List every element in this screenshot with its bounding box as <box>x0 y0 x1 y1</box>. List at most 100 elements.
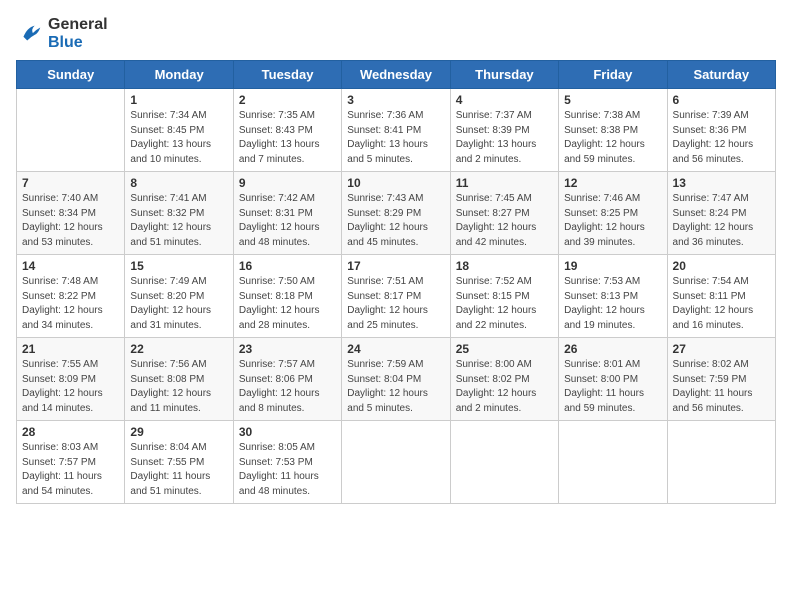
cell-info: Sunrise: 7:52 AMSunset: 8:15 PMDaylight:… <box>456 275 553 333</box>
day-number: 6 <box>673 93 770 107</box>
column-header-wednesday: Wednesday <box>342 61 450 89</box>
week-row-2: 7Sunrise: 7:40 AMSunset: 8:34 PMDaylight… <box>17 172 776 255</box>
cell-info: Sunrise: 7:39 AMSunset: 8:36 PMDaylight:… <box>673 109 770 167</box>
calendar-cell: 19 Sunrise: 7:53 AMSunset: 8:13 PMDayligh… <box>559 255 667 338</box>
calendar-cell: 1 Sunrise: 7:34 AMSunset: 8:45 PMDaylight… <box>125 89 233 172</box>
day-number: 19 <box>564 259 661 273</box>
calendar-cell: 25 Sunrise: 8:00 AMSunset: 8:02 PMDayligh… <box>450 338 558 421</box>
cell-info: Sunrise: 7:37 AMSunset: 8:39 PMDaylight:… <box>456 109 553 167</box>
cell-info: Sunrise: 7:50 AMSunset: 8:18 PMDaylight:… <box>239 275 336 333</box>
calendar-cell: 8 Sunrise: 7:41 AMSunset: 8:32 PMDaylight… <box>125 172 233 255</box>
calendar-cell: 29 Sunrise: 8:04 AMSunset: 7:55 PMDayligh… <box>125 421 233 504</box>
day-number: 23 <box>239 342 336 356</box>
calendar-cell: 24 Sunrise: 7:59 AMSunset: 8:04 PMDayligh… <box>342 338 450 421</box>
cell-info: Sunrise: 8:05 AMSunset: 7:53 PMDaylight:… <box>239 441 336 499</box>
calendar-cell <box>17 89 125 172</box>
calendar-cell: 17Sunrise: 7:51 AMSunset: 8:17 PMDayligh… <box>342 255 450 338</box>
calendar-cell: 10 Sunrise: 7:43 AMSunset: 8:29 PMDayligh… <box>342 172 450 255</box>
cell-info: Sunrise: 7:47 AMSunset: 8:24 PMDaylight:… <box>673 192 770 250</box>
cell-info: Sunrise: 7:40 AMSunset: 8:34 PMDaylight:… <box>22 192 119 250</box>
day-number: 4 <box>456 93 553 107</box>
cell-info: Sunrise: 7:59 AMSunset: 8:04 PMDaylight:… <box>347 358 444 416</box>
cell-info: Sunrise: 7:42 AMSunset: 8:31 PMDaylight:… <box>239 192 336 250</box>
calendar-cell <box>667 421 775 504</box>
day-number: 3 <box>347 93 444 107</box>
column-header-tuesday: Tuesday <box>233 61 341 89</box>
calendar-cell: 16 Sunrise: 7:50 AMSunset: 8:18 PMDayligh… <box>233 255 341 338</box>
day-number: 16 <box>239 259 336 273</box>
calendar-cell: 3Sunrise: 7:36 AMSunset: 8:41 PMDaylight… <box>342 89 450 172</box>
cell-info: Sunrise: 8:02 AMSunset: 7:59 PMDaylight:… <box>673 358 770 416</box>
cell-info: Sunrise: 8:01 AMSunset: 8:00 PMDaylight:… <box>564 358 661 416</box>
calendar-cell: 22 Sunrise: 7:56 AMSunset: 8:08 PMDayligh… <box>125 338 233 421</box>
calendar-cell: 20 Sunrise: 7:54 AMSunset: 8:11 PMDayligh… <box>667 255 775 338</box>
calendar-cell: 14 Sunrise: 7:48 AMSunset: 8:22 PMDayligh… <box>17 255 125 338</box>
cell-info: Sunrise: 7:54 AMSunset: 8:11 PMDaylight:… <box>673 275 770 333</box>
day-number: 22 <box>130 342 227 356</box>
calendar-table: SundayMondayTuesdayWednesdayThursdayFrid… <box>16 60 776 504</box>
calendar-cell: 15Sunrise: 7:49 AMSunset: 8:20 PMDayligh… <box>125 255 233 338</box>
column-header-saturday: Saturday <box>667 61 775 89</box>
day-number: 27 <box>673 342 770 356</box>
week-row-5: 28 Sunrise: 8:03 AMSunset: 7:57 PMDayligh… <box>17 421 776 504</box>
day-number: 29 <box>130 425 227 439</box>
calendar-cell: 9 Sunrise: 7:42 AMSunset: 8:31 PMDaylight… <box>233 172 341 255</box>
cell-info: Sunrise: 7:48 AMSunset: 8:22 PMDaylight:… <box>22 275 119 333</box>
calendar-cell: 11 Sunrise: 7:45 AMSunset: 8:27 PMDayligh… <box>450 172 558 255</box>
cell-info: Sunrise: 7:46 AMSunset: 8:25 PMDaylight:… <box>564 192 661 250</box>
cell-info: Sunrise: 7:56 AMSunset: 8:08 PMDaylight:… <box>130 358 227 416</box>
calendar-cell: 30 Sunrise: 8:05 AMSunset: 7:53 PMDayligh… <box>233 421 341 504</box>
logo: General Blue <box>16 16 108 52</box>
cell-info: Sunrise: 7:49 AMSunset: 8:20 PMDaylight:… <box>130 275 227 333</box>
day-number: 8 <box>130 176 227 190</box>
day-number: 13 <box>673 176 770 190</box>
calendar-cell <box>450 421 558 504</box>
day-number: 9 <box>239 176 336 190</box>
calendar-cell: 27 Sunrise: 8:02 AMSunset: 7:59 PMDayligh… <box>667 338 775 421</box>
header-row: SundayMondayTuesdayWednesdayThursdayFrid… <box>17 61 776 89</box>
cell-info: Sunrise: 7:43 AMSunset: 8:29 PMDaylight:… <box>347 192 444 250</box>
cell-info: Sunrise: 7:41 AMSunset: 8:32 PMDaylight:… <box>130 192 227 250</box>
cell-info: Sunrise: 8:03 AMSunset: 7:57 PMDaylight:… <box>22 441 119 499</box>
calendar-cell: 6 Sunrise: 7:39 AMSunset: 8:36 PMDaylight… <box>667 89 775 172</box>
day-number: 24 <box>347 342 444 356</box>
calendar-cell: 21Sunrise: 7:55 AMSunset: 8:09 PMDayligh… <box>17 338 125 421</box>
day-number: 26 <box>564 342 661 356</box>
day-number: 20 <box>673 259 770 273</box>
day-number: 17 <box>347 259 444 273</box>
day-number: 18 <box>456 259 553 273</box>
cell-info: Sunrise: 8:04 AMSunset: 7:55 PMDaylight:… <box>130 441 227 499</box>
cell-info: Sunrise: 7:34 AMSunset: 8:45 PMDaylight:… <box>130 109 227 167</box>
calendar-cell: 26 Sunrise: 8:01 AMSunset: 8:00 PMDayligh… <box>559 338 667 421</box>
day-number: 1 <box>130 93 227 107</box>
day-number: 5 <box>564 93 661 107</box>
column-header-friday: Friday <box>559 61 667 89</box>
day-number: 14 <box>22 259 119 273</box>
week-row-4: 21Sunrise: 7:55 AMSunset: 8:09 PMDayligh… <box>17 338 776 421</box>
calendar-cell <box>342 421 450 504</box>
cell-info: Sunrise: 7:45 AMSunset: 8:27 PMDaylight:… <box>456 192 553 250</box>
day-number: 10 <box>347 176 444 190</box>
column-header-thursday: Thursday <box>450 61 558 89</box>
day-number: 30 <box>239 425 336 439</box>
day-number: 2 <box>239 93 336 107</box>
cell-info: Sunrise: 7:53 AMSunset: 8:13 PMDaylight:… <box>564 275 661 333</box>
calendar-cell: 7Sunrise: 7:40 AMSunset: 8:34 PMDaylight… <box>17 172 125 255</box>
cell-info: Sunrise: 7:35 AMSunset: 8:43 PMDaylight:… <box>239 109 336 167</box>
calendar-cell: 18 Sunrise: 7:52 AMSunset: 8:15 PMDayligh… <box>450 255 558 338</box>
logo-icon <box>16 20 44 48</box>
cell-info: Sunrise: 8:00 AMSunset: 8:02 PMDaylight:… <box>456 358 553 416</box>
day-number: 11 <box>456 176 553 190</box>
cell-info: Sunrise: 7:38 AMSunset: 8:38 PMDaylight:… <box>564 109 661 167</box>
day-number: 21 <box>22 342 119 356</box>
logo-text: General Blue <box>48 16 108 52</box>
week-row-3: 14 Sunrise: 7:48 AMSunset: 8:22 PMDayligh… <box>17 255 776 338</box>
calendar-cell: 23Sunrise: 7:57 AMSunset: 8:06 PMDayligh… <box>233 338 341 421</box>
calendar-cell <box>559 421 667 504</box>
day-number: 28 <box>22 425 119 439</box>
day-number: 25 <box>456 342 553 356</box>
calendar-cell: 4 Sunrise: 7:37 AMSunset: 8:39 PMDaylight… <box>450 89 558 172</box>
calendar-cell: 5 Sunrise: 7:38 AMSunset: 8:38 PMDaylight… <box>559 89 667 172</box>
day-number: 12 <box>564 176 661 190</box>
calendar-cell: 28 Sunrise: 8:03 AMSunset: 7:57 PMDayligh… <box>17 421 125 504</box>
